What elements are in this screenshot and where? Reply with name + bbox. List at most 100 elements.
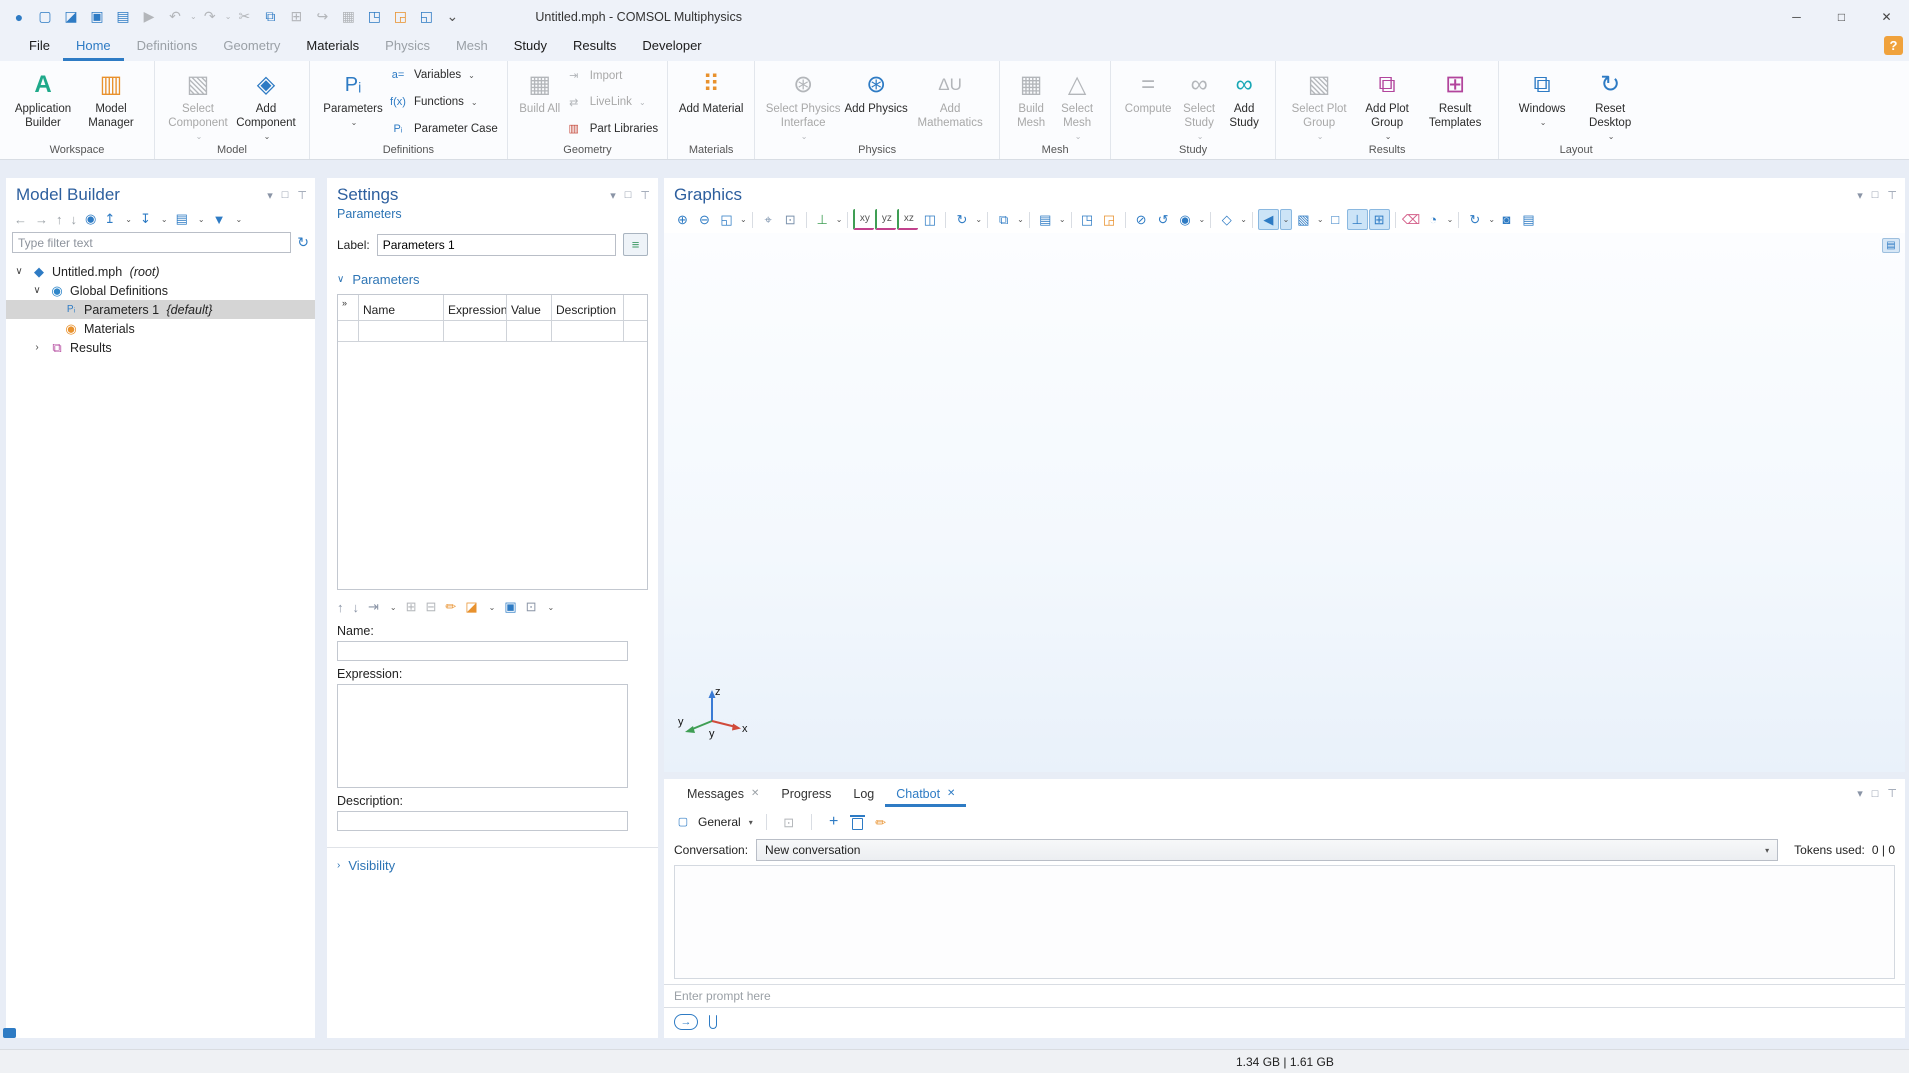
view-visibility-icon[interactable]: ◉ <box>1175 209 1196 230</box>
expander-icon[interactable]: ∨ <box>30 285 44 296</box>
sound-toggle-icon[interactable]: ◀ <box>1258 209 1279 230</box>
undo-caret-icon[interactable]: ⌄ <box>190 12 197 21</box>
find-button[interactable]: ◱ <box>413 4 439 30</box>
table-corner-icon[interactable]: » <box>338 295 359 320</box>
chevron-down-icon[interactable]: ⌄ <box>390 603 397 612</box>
add-material-button[interactable]: ⠿ Add Material <box>677 66 745 117</box>
undo-button[interactable]: ↶ <box>162 4 188 30</box>
show-options-icon[interactable]: ◉ <box>85 211 96 227</box>
chevron-down-icon[interactable]: ⌄ <box>1017 215 1024 224</box>
chevron-down-icon[interactable]: ⌄ <box>1317 215 1324 224</box>
go-forward-icon[interactable]: → <box>35 212 48 227</box>
panel-float-icon[interactable]: □ <box>282 189 289 201</box>
part-libraries-button[interactable]: ▥ Part Libraries <box>563 122 658 135</box>
scene-light-icon[interactable]: ⧉ <box>993 209 1014 230</box>
parameter-case-button[interactable]: Pᵢ Parameter Case <box>387 123 498 135</box>
windows-button[interactable]: ⧉ Windows ⌄ <box>1508 66 1576 127</box>
tree-item-root[interactable]: ∨ ◆ Untitled.mph (root) <box>6 262 315 281</box>
section-parameters[interactable]: ∨ Parameters <box>327 262 658 294</box>
send-prompt-button[interactable]: → <box>674 1014 698 1030</box>
tab-progress[interactable]: Progress <box>770 781 842 807</box>
reset-desktop-button[interactable]: ↻ Reset Desktop ⌄ <box>1576 66 1644 141</box>
chevron-down-icon[interactable]: ⌄ <box>1199 215 1206 224</box>
close-tab-icon[interactable]: ✕ <box>947 788 955 799</box>
panel-float-icon[interactable]: □ <box>1872 788 1879 800</box>
transparency-icon[interactable]: ▧ <box>1293 209 1314 230</box>
tab-log[interactable]: Log <box>842 781 885 807</box>
redo-button[interactable]: ↷ <box>197 4 223 30</box>
move-up-icon[interactable]: ↑ <box>56 212 63 227</box>
minimize-button[interactable]: ─ <box>1774 0 1819 33</box>
show-grid-icon[interactable]: ⊞ <box>1369 209 1390 230</box>
add-physics-button[interactable]: ⊛ Add Physics <box>842 66 910 117</box>
expander-icon[interactable]: › <box>30 342 44 353</box>
paste-button[interactable]: ⊞ <box>283 4 309 30</box>
load-from-file-icon[interactable]: ◪ <box>465 599 477 615</box>
camera-projection-icon[interactable]: ◫ <box>919 209 940 230</box>
maximize-button[interactable]: □ <box>1819 0 1864 33</box>
chevron-down-icon[interactable]: ⌄ <box>740 215 747 224</box>
tree-item-parameters-1[interactable]: Pᵢ Parameters 1 {default} <box>6 300 315 319</box>
chevron-down-icon[interactable]: ⌄ <box>1240 215 1247 224</box>
column-header-description[interactable]: Description <box>552 295 624 320</box>
description-input[interactable] <box>337 811 628 831</box>
zoom-to-selection-icon[interactable]: ⊡ <box>780 209 801 230</box>
rotate-view-icon[interactable]: ↻ <box>951 209 972 230</box>
snapshot-icon[interactable]: ◙ <box>1496 209 1517 230</box>
model-manager-button[interactable]: ▥ Model Manager <box>77 66 145 131</box>
panel-menu-icon[interactable]: ▾ <box>267 189 273 202</box>
redo-caret-icon[interactable]: ⌄ <box>225 12 232 21</box>
functions-button[interactable]: f(x) Functions ⌄ <box>387 96 498 108</box>
cut-button[interactable]: ✂ <box>231 4 257 30</box>
panel-float-icon[interactable]: □ <box>625 189 632 201</box>
table-empty-row[interactable] <box>338 321 647 342</box>
attach-file-icon[interactable] <box>709 1015 717 1029</box>
close-tab-icon[interactable]: ✕ <box>751 788 759 799</box>
chevron-down-icon[interactable]: ⌄ <box>1447 215 1454 224</box>
rename-icon[interactable]: ⊡ <box>526 599 537 615</box>
view-orientation-icon[interactable]: ⊥ <box>812 209 833 230</box>
run-button[interactable]: ▶ <box>136 4 162 30</box>
panel-pin-icon[interactable]: ⊤ <box>1887 189 1897 202</box>
panel-menu-icon[interactable]: ▾ <box>610 189 616 202</box>
add-study-button[interactable]: ∞ Add Study <box>1222 66 1266 131</box>
name-input[interactable] <box>337 641 628 661</box>
panel-float-icon[interactable]: □ <box>1872 189 1879 201</box>
filter-icon[interactable]: ▼ <box>213 212 226 227</box>
new-file-button[interactable]: ▢ <box>32 4 58 30</box>
panel-menu-icon[interactable]: ▾ <box>1857 189 1863 202</box>
refresh-icon[interactable]: ↻ <box>297 234 309 251</box>
chevron-down-icon[interactable]: ⌄ <box>125 215 132 224</box>
view-yz-icon[interactable]: yz <box>875 209 896 230</box>
section-visibility[interactable]: › Visibility <box>327 848 658 880</box>
panel-pin-icon[interactable]: ⊤ <box>1887 787 1897 800</box>
tree-item-results[interactable]: › ⧉ Results <box>6 338 315 357</box>
toolbar-overflow-button[interactable]: ⌄ <box>439 4 465 30</box>
column-header-name[interactable]: Name <box>359 295 444 320</box>
tab-chatbot[interactable]: Chatbot ✕ <box>885 781 966 807</box>
sound-menu-icon[interactable]: ⌄ <box>1280 209 1292 230</box>
section-expander-icon[interactable]: › <box>337 860 340 871</box>
remove-plot-icon[interactable]: ⌫ <box>1401 209 1422 230</box>
new-conversation-icon[interactable]: + <box>825 813 843 831</box>
zoom-in-icon[interactable]: ⊕ <box>672 209 693 230</box>
chevron-down-icon[interactable]: ⌄ <box>198 215 205 224</box>
delete-button[interactable]: ▦ <box>335 4 361 30</box>
tab-developer[interactable]: Developer <box>629 33 714 61</box>
print-icon[interactable]: ▤ <box>1518 209 1539 230</box>
variables-button[interactable]: a= Variables ⌄ <box>387 69 498 81</box>
zoom-out-icon[interactable]: ⊖ <box>694 209 715 230</box>
image-settings-icon[interactable]: ▤ <box>1035 209 1056 230</box>
add-component-button[interactable]: ◈ Add Component ⌄ <box>232 66 300 141</box>
collapse-all-icon[interactable]: ↥ <box>104 211 115 227</box>
delete-conversation-icon[interactable] <box>852 818 863 830</box>
parameters-button[interactable]: Pᵢ Parameters ⌄ <box>319 66 387 127</box>
chevron-down-icon[interactable]: ⌄ <box>1059 215 1066 224</box>
view-xz-icon[interactable]: xz <box>897 209 918 230</box>
clear-selection-button[interactable]: ◲ <box>387 4 413 30</box>
show-material-color-icon[interactable]: □ <box>1325 209 1346 230</box>
tab-home[interactable]: Home <box>63 33 124 61</box>
reset-hiding-icon[interactable]: ↺ <box>1153 209 1174 230</box>
open-file-button[interactable]: ◪ <box>58 4 84 30</box>
tab-results[interactable]: Results <box>560 33 629 61</box>
